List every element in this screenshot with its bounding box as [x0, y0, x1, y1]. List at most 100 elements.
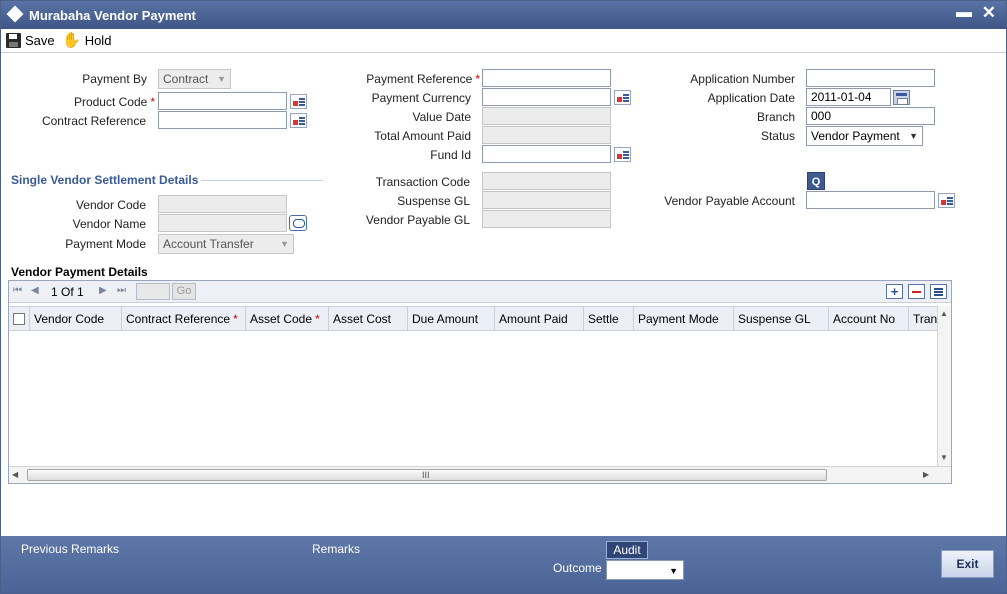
hold-button[interactable]: ✋ Hold: [62, 33, 111, 48]
vendor-name-label: Vendor Name: [72, 217, 146, 231]
grid-navigation-bar: ⏮ ◀ 1 Of 1 ▶ ⏭ Go +: [9, 281, 951, 303]
vendor-payable-account-label: Vendor Payable Account: [664, 194, 795, 208]
scroll-left-icon[interactable]: ◀: [12, 470, 18, 479]
chevron-down-icon: ▼: [280, 239, 289, 249]
payment-reference-input[interactable]: [482, 69, 611, 87]
hand-icon: ✋: [62, 32, 81, 49]
transaction-code-label: Transaction Code: [375, 175, 470, 189]
previous-remarks-link[interactable]: Previous Remarks: [21, 542, 119, 556]
section-divider: [201, 180, 323, 181]
delete-row-button[interactable]: [908, 284, 925, 299]
horizontal-scroll-thumb[interactable]: III: [27, 469, 827, 481]
exit-button[interactable]: Exit: [941, 550, 994, 578]
outcome-label: Outcome: [553, 561, 602, 575]
title-bar: Murabaha Vendor Payment ▬ ✕: [1, 1, 1006, 29]
column-tran[interactable]: Tran: [909, 307, 937, 330]
suspense-gl-input: [482, 191, 611, 209]
payment-mode-select: Account Transfer ▼: [158, 234, 294, 254]
value-date-input: [482, 107, 611, 125]
vendor-code-input: [158, 195, 287, 213]
contract-reference-input[interactable]: [158, 111, 287, 129]
last-page-icon[interactable]: ⏭: [117, 285, 126, 296]
status-label: Status: [760, 129, 795, 143]
query-button[interactable]: Q: [807, 172, 825, 190]
total-amount-paid-input: [482, 126, 611, 144]
audit-button[interactable]: Audit: [606, 541, 648, 559]
select-all-checkbox[interactable]: [13, 313, 25, 325]
chevron-down-icon: ▼: [669, 566, 678, 576]
application-date-label: Application Date: [707, 91, 795, 105]
select-all-column: [9, 307, 30, 330]
product-code-input[interactable]: [158, 92, 287, 110]
window-title: Murabaha Vendor Payment: [29, 8, 196, 23]
hold-label: Hold: [84, 33, 112, 48]
payment-by-value: Contract: [163, 72, 209, 86]
toolbar: Save ✋ Hold: [1, 29, 1006, 53]
chevron-down-icon: ▼: [217, 74, 226, 84]
page-number-input[interactable]: [136, 283, 170, 300]
fund-id-input[interactable]: [482, 145, 611, 163]
chevron-down-icon: ▼: [909, 131, 918, 141]
branch-label: Branch: [756, 110, 795, 124]
payment-currency-lov-icon[interactable]: [614, 90, 631, 105]
scroll-down-icon[interactable]: ▼: [940, 453, 948, 462]
column-contract-reference[interactable]: Contract Reference *: [122, 307, 246, 330]
payment-mode-value: Account Transfer: [163, 237, 254, 251]
first-page-icon[interactable]: ⏮: [13, 285, 22, 296]
column-suspense-gl[interactable]: Suspense GL: [734, 307, 829, 330]
payment-currency-label: Payment Currency: [371, 91, 471, 105]
fund-id-label: Fund Id: [430, 148, 471, 162]
single-view-list-icon[interactable]: [930, 284, 947, 299]
contract-reference-label: Contract Reference: [41, 114, 146, 128]
vendor-payable-account-input[interactable]: [806, 191, 935, 209]
branch-input[interactable]: [806, 107, 935, 125]
scroll-grip: III: [422, 470, 430, 480]
diamond-icon: [6, 5, 24, 23]
go-button[interactable]: Go: [172, 283, 196, 300]
vendor-payable-account-lov-icon[interactable]: [938, 193, 955, 208]
application-date-input[interactable]: [806, 88, 891, 106]
vendor-payable-gl-input: [482, 210, 611, 228]
column-vendor-code[interactable]: Vendor Code: [30, 307, 122, 330]
save-button[interactable]: Save: [6, 33, 55, 48]
payment-reference-label: Payment Reference *: [366, 72, 480, 86]
status-value: Vendor Payment: [811, 129, 900, 143]
scroll-right-icon[interactable]: ▶: [923, 470, 929, 479]
vendor-name-chat-icon[interactable]: [289, 215, 307, 231]
total-amount-paid-label: Total Amount Paid: [374, 129, 471, 143]
save-icon: [6, 33, 21, 48]
vertical-scrollbar[interactable]: ▲ ▼: [937, 306, 951, 466]
column-asset-code[interactable]: Asset Code *: [246, 307, 329, 330]
vendor-name-input: [158, 214, 287, 232]
contract-reference-lov-icon[interactable]: [290, 113, 307, 128]
remarks-link[interactable]: Remarks: [312, 542, 360, 556]
footer-bar: Previous Remarks Remarks Audit Outcome ▼…: [1, 536, 1006, 593]
outcome-select[interactable]: ▼: [606, 560, 684, 580]
column-amount-paid[interactable]: Amount Paid: [495, 307, 584, 330]
close-button[interactable]: ✕: [982, 3, 996, 23]
product-code-lov-icon[interactable]: [290, 94, 307, 109]
column-due-amount[interactable]: Due Amount: [408, 307, 495, 330]
previous-page-icon[interactable]: ◀: [31, 285, 39, 296]
status-select[interactable]: Vendor Payment ▼: [806, 126, 923, 146]
vendor-code-label: Vendor Code: [75, 198, 146, 212]
next-page-icon[interactable]: ▶: [99, 285, 107, 296]
payment-by-select: Contract ▼: [158, 69, 231, 89]
application-number-input[interactable]: [806, 69, 935, 87]
column-payment-mode[interactable]: Payment Mode: [634, 307, 734, 330]
column-account-no[interactable]: Account No: [829, 307, 909, 330]
application-number-label: Application Number: [690, 72, 795, 86]
scroll-up-icon[interactable]: ▲: [940, 309, 948, 318]
fund-id-lov-icon[interactable]: [614, 147, 631, 162]
vendor-payment-details-title: Vendor Payment Details: [11, 265, 148, 279]
column-asset-cost[interactable]: Asset Cost: [329, 307, 408, 330]
calendar-icon[interactable]: [893, 90, 910, 105]
payment-currency-input[interactable]: [482, 88, 611, 106]
add-row-button[interactable]: +: [886, 284, 903, 299]
transaction-code-input: [482, 172, 611, 190]
horizontal-scrollbar[interactable]: ◀ III ▶: [9, 466, 951, 483]
column-settle[interactable]: Settle: [584, 307, 634, 330]
minimize-button[interactable]: ▬: [956, 4, 972, 22]
vendor-payment-grid: ⏮ ◀ 1 Of 1 ▶ ⏭ Go + Vendor Code Contract…: [8, 280, 952, 484]
murabaha-vendor-payment-window: Murabaha Vendor Payment ▬ ✕ Save ✋ Hold …: [0, 0, 1007, 594]
